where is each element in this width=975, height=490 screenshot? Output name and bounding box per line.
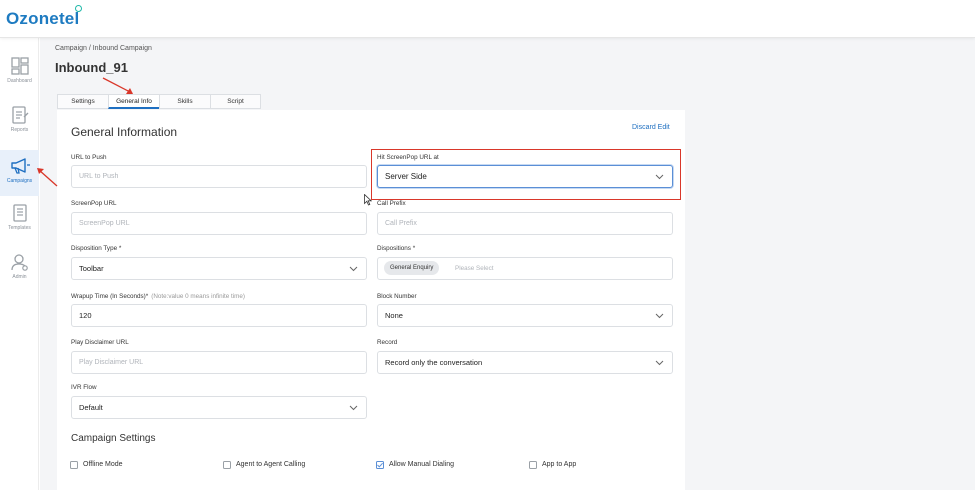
sidebar-item-reports[interactable]: Reports bbox=[0, 105, 39, 151]
logo-mark-icon bbox=[75, 5, 82, 12]
allow-manual-dialing-checkbox[interactable] bbox=[376, 461, 384, 469]
chevron-down-icon bbox=[655, 313, 664, 319]
ivr-flow-select[interactable]: Default bbox=[71, 396, 367, 419]
agent-to-agent-checkbox[interactable] bbox=[223, 461, 231, 469]
chevron-down-icon bbox=[655, 360, 664, 366]
ivr-flow-value: Default bbox=[79, 403, 103, 412]
play-disclaimer-input[interactable]: Play Disclaimer URL bbox=[71, 351, 367, 374]
brand-logo[interactable]: Ozonetel bbox=[6, 9, 79, 29]
annotation-arrow-icon bbox=[37, 168, 58, 187]
page-title: Inbound_91 bbox=[55, 60, 128, 75]
campaign-settings-title: Campaign Settings bbox=[71, 433, 156, 444]
checkmark-icon bbox=[377, 462, 383, 468]
disposition-type-value: Toolbar bbox=[79, 264, 104, 273]
wrapup-time-label: Wrapup Time (In Seconds)* (Note:value 0 m… bbox=[71, 293, 245, 300]
annotation-arrow-icon bbox=[102, 77, 133, 94]
sidebar-item-admin[interactable]: Admin bbox=[0, 252, 39, 298]
screenpop-url-input[interactable]: ScreenPop URL bbox=[71, 212, 367, 235]
chevron-down-icon bbox=[349, 405, 358, 411]
redacted-title-mask bbox=[136, 61, 202, 76]
allow-manual-dialing-label[interactable]: Allow Manual Dialing bbox=[389, 461, 454, 468]
block-number-label: Block Number bbox=[377, 293, 417, 300]
app-to-app-checkbox[interactable] bbox=[529, 461, 537, 469]
breadcrumb[interactable]: Campaign / Inbound Campaign bbox=[55, 45, 152, 52]
call-prefix-input[interactable]: Call Prefix bbox=[377, 212, 673, 235]
call-prefix-label: Call Prefix bbox=[377, 200, 406, 207]
sidebar-item-dashboard[interactable]: Dashboard bbox=[0, 56, 39, 102]
dispositions-label: Dispositions * bbox=[377, 245, 416, 252]
reports-icon bbox=[11, 106, 28, 124]
record-label: Record bbox=[377, 339, 398, 346]
wrapup-time-hint: (Note:value 0 means infinite time) bbox=[151, 293, 246, 300]
tab-script[interactable]: Script bbox=[210, 94, 261, 109]
dispositions-placeholder: Please Select bbox=[455, 265, 494, 272]
app-to-app-label[interactable]: App to App bbox=[542, 461, 576, 468]
tab-skills[interactable]: Skills bbox=[159, 94, 210, 109]
chevron-down-icon bbox=[349, 266, 358, 272]
block-number-value: None bbox=[385, 311, 403, 320]
top-bar: Ozonetel bbox=[0, 0, 975, 38]
disposition-type-label: Disposition Type * bbox=[71, 245, 122, 252]
url-to-push-label: URL to Push bbox=[71, 154, 107, 161]
agent-to-agent-label[interactable]: Agent to Agent Calling bbox=[236, 461, 305, 468]
ivr-flow-label: IVR Flow bbox=[71, 384, 97, 391]
sidebar-item-label: Admin bbox=[12, 274, 27, 280]
wrapup-time-input[interactable]: 120 bbox=[71, 304, 367, 327]
mouse-cursor-icon bbox=[364, 194, 372, 206]
admin-icon bbox=[10, 254, 28, 271]
discard-edit-link[interactable]: Discard Edit bbox=[632, 124, 670, 131]
megaphone-icon bbox=[10, 158, 30, 174]
play-disclaimer-label: Play Disclaimer URL bbox=[71, 339, 129, 346]
screenpop-url-label: ScreenPop URL bbox=[71, 200, 117, 207]
offline-mode-checkbox[interactable] bbox=[70, 461, 78, 469]
sidebar: Dashboard Reports Campaigns Templates Ad… bbox=[0, 38, 39, 490]
sidebar-item-label: Templates bbox=[8, 225, 31, 231]
disposition-chip[interactable]: General Enquiry bbox=[384, 261, 440, 275]
block-number-select[interactable]: None bbox=[377, 304, 673, 327]
record-select[interactable]: Record only the conversation bbox=[377, 351, 673, 374]
disposition-type-select[interactable]: Toolbar bbox=[71, 257, 367, 280]
section-title: General Information bbox=[71, 125, 178, 139]
sidebar-item-label: Reports bbox=[10, 127, 29, 133]
tab-bar: Settings General Info Skills Script bbox=[57, 94, 261, 109]
annotation-highlight-box bbox=[371, 149, 681, 200]
sidebar-item-templates[interactable]: Templates bbox=[0, 203, 39, 249]
record-value: Record only the conversation bbox=[385, 358, 483, 367]
templates-icon bbox=[12, 204, 27, 222]
offline-mode-label[interactable]: Offline Mode bbox=[83, 461, 123, 468]
sidebar-item-label: Dashboard bbox=[7, 78, 32, 84]
wrapup-time-label-text: Wrapup Time (In Seconds)* bbox=[71, 293, 149, 300]
url-to-push-input[interactable]: URL to Push bbox=[71, 165, 367, 188]
dashboard-icon bbox=[10, 57, 29, 75]
